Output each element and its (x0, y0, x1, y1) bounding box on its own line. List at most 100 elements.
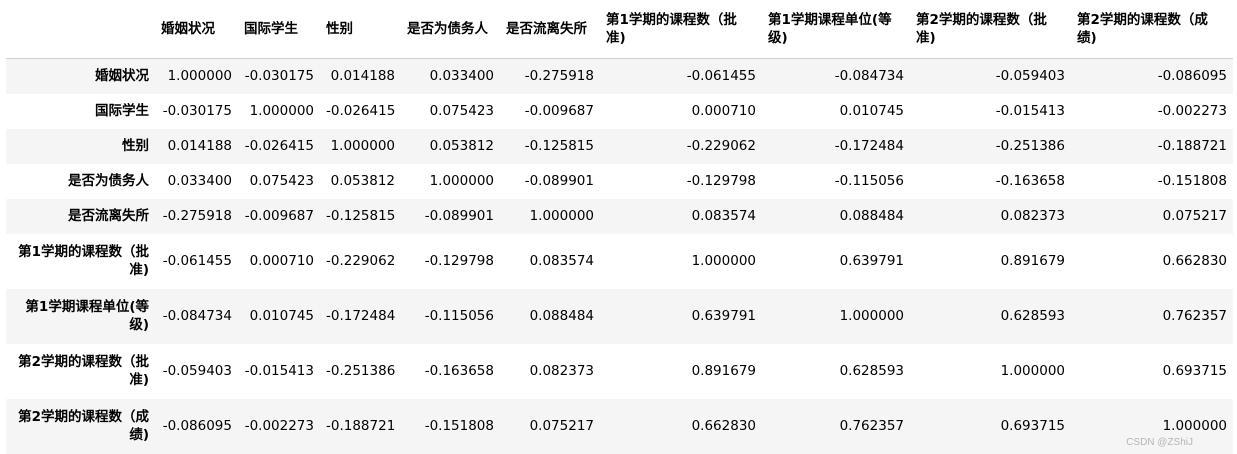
table-cell: 0.033400 (167, 173, 232, 189)
table-body: 婚姻状况 1.000000 -0.030175 0.014188 0.03340… (6, 58, 1233, 454)
table-cell: -0.059403 (995, 68, 1065, 85)
table-cell: -0.002273 (244, 418, 314, 434)
table-cell: 0.075423 (429, 103, 494, 119)
row-label: 是否为债务人 (68, 173, 149, 189)
column-header: 是否为债务人 (401, 0, 500, 59)
table-cell: -0.251386 (995, 138, 1065, 154)
table-cell: 1.000000 (839, 308, 904, 324)
table-cell: 0.053812 (330, 173, 395, 189)
table-cell: -0.188721 (1157, 138, 1227, 154)
table-cell: -0.229062 (686, 138, 756, 154)
table-cell: 1.000000 (249, 103, 314, 119)
table-cell: 0.628593 (839, 363, 904, 379)
table-cell: -0.084734 (834, 68, 904, 85)
table-cell: 0.088484 (529, 308, 594, 324)
table-row: 是否流离失所 -0.275918 -0.009687 -0.125815 -0.… (6, 198, 1233, 234)
table-cell: 0.082373 (529, 363, 594, 379)
column-header: 婚姻状况 (155, 0, 238, 59)
row-label: 第1学期的课程数（批准) (18, 244, 149, 278)
table-cell: 0.762357 (839, 418, 904, 434)
row-label: 婚姻状况 (95, 68, 149, 85)
table-cell: -0.163658 (995, 173, 1065, 189)
table-row: 国际学生 -0.030175 1.000000 -0.026415 0.0754… (6, 94, 1233, 129)
column-header: 性别 (320, 0, 401, 59)
table-cell: 0.010745 (839, 103, 904, 119)
row-label: 是否流离失所 (68, 208, 149, 224)
table-row: 第2学期的课程数（成绩) -0.086095 -0.002273 -0.1887… (6, 398, 1233, 454)
table-cell: 0.010745 (249, 308, 314, 324)
table-row: 第2学期的课程数（批准) -0.059403 -0.015413 -0.2513… (6, 344, 1233, 399)
table-cell: -0.089901 (424, 208, 494, 224)
table-cell: 0.662830 (691, 418, 756, 434)
table-cell: 1.000000 (529, 208, 594, 224)
table-cell: 0.088484 (839, 208, 904, 224)
table-cell: -0.125815 (326, 208, 396, 224)
table-cell: -0.059403 (162, 363, 232, 379)
column-header: 第2学期的课程数（成绩) (1071, 0, 1233, 59)
table-cell: -0.275918 (524, 68, 594, 85)
table-cell: -0.086095 (1157, 68, 1227, 85)
column-header: 第1学期课程单位(等级) (762, 0, 910, 59)
table-cell: 0.083574 (529, 253, 594, 269)
table-cell: -0.086095 (162, 418, 232, 434)
table-cell: 0.639791 (691, 308, 756, 324)
table-cell: -0.251386 (326, 363, 396, 379)
column-header: 第1学期的课程数（批准) (600, 0, 762, 59)
table-cell: -0.026415 (244, 138, 314, 154)
header-row: 婚姻状况 国际学生 性别 是否为债务人 是否流离失所 第1学期的课程数（批准) … (6, 0, 1233, 59)
table-cell: 1.000000 (691, 253, 756, 269)
table-cell: -0.030175 (162, 103, 232, 119)
table-cell: -0.009687 (524, 103, 594, 119)
column-header: 国际学生 (238, 0, 320, 59)
table-cell: 1.000000 (429, 173, 494, 189)
table-cell: 1.000000 (330, 138, 395, 154)
table-cell: 0.014188 (167, 138, 232, 154)
column-header: 第2学期的课程数（批准) (910, 0, 1071, 59)
table-cell: -0.188721 (326, 418, 396, 434)
table-cell: 0.693715 (1000, 418, 1065, 434)
table-cell: 0.014188 (330, 68, 395, 85)
table-cell: 0.762357 (1162, 308, 1227, 324)
table-cell: 0.000710 (691, 103, 756, 119)
table-cell: -0.015413 (244, 363, 314, 379)
table-cell: 1.000000 (1000, 363, 1065, 379)
table-cell: -0.151808 (424, 418, 494, 434)
table-cell: 0.082373 (1000, 208, 1065, 224)
table-row: 第1学期的课程数（批准) -0.061455 0.000710 -0.22906… (6, 234, 1233, 289)
table-cell: 0.891679 (1000, 253, 1065, 269)
table-cell: -0.163658 (424, 363, 494, 379)
table-cell: -0.129798 (424, 253, 494, 269)
table-header: 婚姻状况 国际学生 性别 是否为债务人 是否流离失所 第1学期的课程数（批准) … (6, 0, 1233, 59)
watermark: CSDN @ZShiJ (1126, 437, 1193, 448)
table-cell: -0.229062 (326, 253, 396, 269)
table-cell: 0.891679 (691, 363, 756, 379)
table-cell: 0.693715 (1162, 363, 1227, 379)
table-cell: -0.172484 (834, 138, 904, 154)
table-cell: -0.151808 (1157, 173, 1227, 189)
table-cell: 1.000000 (167, 68, 232, 85)
table-cell: -0.172484 (326, 308, 396, 324)
row-label: 国际学生 (95, 103, 149, 119)
table-cell: 0.075217 (1162, 208, 1227, 224)
table-row: 第1学期课程单位(等级) -0.084734 0.010745 -0.17248… (6, 288, 1233, 344)
table-cell: 0.628593 (1000, 308, 1065, 324)
correlation-table: 婚姻状况 国际学生 性别 是否为债务人 是否流离失所 第1学期的课程数（批准) … (6, 0, 1233, 454)
table-cell: -0.026415 (326, 103, 396, 119)
table-cell: 0.075423 (249, 173, 314, 189)
row-label: 第1学期课程单位(等级) (25, 299, 149, 333)
table-cell: -0.061455 (686, 68, 756, 85)
table-cell: 0.083574 (691, 208, 756, 224)
index-corner-cell (6, 0, 155, 59)
table-cell: -0.115056 (424, 308, 494, 324)
table-cell: 0.053812 (429, 138, 494, 154)
table-cell: -0.275918 (162, 208, 232, 224)
row-label: 性别 (122, 138, 149, 154)
table-cell: 0.000710 (249, 253, 314, 269)
table-row: 是否为债务人 0.033400 0.075423 0.053812 1.0000… (6, 164, 1233, 199)
table-cell: 0.033400 (429, 68, 494, 85)
table-cell: -0.115056 (834, 173, 904, 189)
table-cell: 0.075217 (529, 418, 594, 434)
table-cell: -0.125815 (524, 138, 594, 154)
table-cell: 0.662830 (1162, 253, 1227, 269)
row-label: 第2学期的课程数（成绩) (18, 409, 149, 443)
